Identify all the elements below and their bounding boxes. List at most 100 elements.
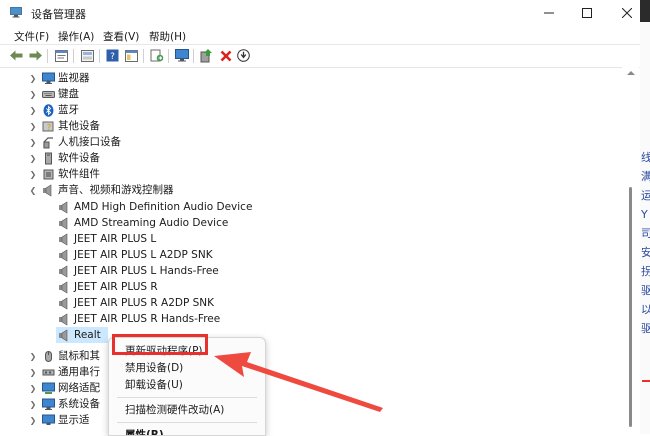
console-tree-button[interactable]	[124, 48, 139, 63]
tree-item-other-devices[interactable]: ❯ ? 其他设备	[0, 118, 600, 134]
chevron-right-icon[interactable]: ❯	[28, 86, 38, 102]
chevron-right-icon[interactable]: ❯	[28, 102, 38, 118]
tree-label: 声音、视频和游戏控制器	[58, 184, 174, 196]
update-driver-icon	[200, 48, 212, 62]
tree-item-sound-video-game-controllers[interactable]: ❮ 声音、视频和游戏控制器	[0, 182, 600, 198]
export-list-button[interactable]	[149, 48, 164, 63]
back-button[interactable]	[9, 48, 24, 63]
maximize-icon	[582, 8, 592, 18]
background-text-glyph: 以	[641, 303, 650, 316]
tree-label: 通用串行	[58, 366, 100, 378]
background-text-column: 线满运Y司安拐驱以驱	[641, 148, 650, 338]
properties-button[interactable]	[54, 48, 69, 63]
chevron-right-icon[interactable]: ❯	[28, 150, 38, 166]
unknown-device-icon: ?	[42, 121, 54, 132]
uninstall-button[interactable]	[218, 48, 233, 63]
chevron-right-icon[interactable]: ❯	[28, 364, 38, 380]
speaker-icon	[43, 183, 52, 197]
background-text-glyph: 拐	[641, 265, 650, 278]
bluetooth-icon	[43, 103, 54, 117]
tree-item-audio-device-selected[interactable]: Realt	[0, 327, 600, 343]
tree-item-audio-device[interactable]: AMD Streaming Audio Device	[0, 215, 600, 231]
tree-item-network-adapters[interactable]: ❯ 网络适配	[0, 380, 600, 396]
keyboard-icon	[42, 90, 55, 98]
chevron-right-icon[interactable]: ❯	[28, 166, 38, 182]
menu-item-properties[interactable]: 属性(R)	[125, 427, 164, 435]
chevron-right-icon[interactable]: ❯	[28, 118, 38, 134]
tree-label: 网络适配	[58, 382, 100, 394]
chevron-right-icon[interactable]: ❯	[28, 348, 38, 364]
tree-item-audio-device[interactable]: JEET AIR PLUS L A2DP SNK	[0, 247, 600, 263]
tree-label: 监视器	[58, 72, 90, 84]
device-manager-window: 设备管理器 文件(F) 操作(A) 查看(V) 帮助(H) ? ❯ 监视器 ❯ …	[0, 0, 640, 434]
help-button[interactable]: ?	[105, 48, 120, 63]
toolbar-separator	[143, 49, 144, 63]
tree-item-audio-device[interactable]: JEET AIR PLUS L Hands-Free	[0, 263, 600, 279]
tree-label: JEET AIR PLUS R A2DP SNK	[74, 297, 215, 309]
monitor-button[interactable]	[174, 48, 189, 63]
menu-item-disable-device[interactable]: 禁用设备(D)	[125, 360, 183, 375]
show-hide-console-tree-button[interactable]	[80, 48, 95, 63]
menu-bar: 文件(F) 操作(A) 查看(V) 帮助(H)	[0, 27, 640, 44]
close-button[interactable]	[604, 0, 640, 26]
toolbar-separator	[73, 49, 74, 63]
title-bar[interactable]: 设备管理器	[0, 0, 640, 26]
tree-item-software-devices[interactable]: ❯ 软件设备	[0, 150, 600, 166]
tree-item-hid[interactable]: ❯ 人机接口设备	[0, 134, 600, 150]
scrollbar-thumb[interactable]	[629, 187, 632, 427]
update-driver-button[interactable]	[199, 48, 214, 63]
close-icon	[622, 8, 632, 18]
tree-item-audio-device[interactable]: JEET AIR PLUS R A2DP SNK	[0, 295, 600, 311]
chevron-right-icon[interactable]: ❯	[28, 396, 38, 412]
speaker-icon	[59, 328, 68, 342]
scroll-up-icon[interactable]	[627, 70, 635, 76]
software-device-icon	[45, 152, 52, 164]
tree-item-audio-device[interactable]: JEET AIR PLUS L	[0, 231, 600, 247]
forward-icon	[29, 50, 42, 61]
monitor-icon	[42, 72, 55, 84]
menu-item-scan-hardware[interactable]: 扫描检测硬件改动(A)	[125, 402, 224, 417]
menu-separator	[117, 422, 257, 423]
tree-item-keyboards[interactable]: ❯ 键盘	[0, 86, 600, 102]
background-title-strip	[640, 0, 650, 22]
tree-label: Realt	[74, 329, 101, 341]
chevron-right-icon[interactable]: ❯	[28, 412, 38, 428]
tree-item-usb[interactable]: ❯ 通用串行	[0, 364, 600, 380]
menu-view[interactable]: 查看(V)	[103, 29, 139, 44]
tree-item-monitors[interactable]: ❯ 监视器	[0, 70, 600, 86]
chevron-right-icon[interactable]: ❯	[28, 134, 38, 150]
menu-file[interactable]: 文件(F)	[14, 29, 49, 44]
tree-item-bluetooth[interactable]: ❯ 蓝牙	[0, 102, 600, 118]
background-text-glyph: Y	[641, 208, 648, 221]
tree-item-audio-device[interactable]: JEET AIR PLUS R	[0, 279, 600, 295]
tree-item-display-adapters[interactable]: ❯ 显示适	[0, 412, 600, 428]
tree-item-software-components[interactable]: ❯ 软件组件	[0, 166, 600, 182]
tree-item-audio-device[interactable]: AMD High Definition Audio Device	[0, 199, 600, 215]
tree-item-system-devices[interactable]: ❯ 系统设备	[0, 396, 600, 412]
menu-item-uninstall-device[interactable]: 卸载设备(U)	[125, 377, 183, 392]
menu-help[interactable]: 帮助(H)	[149, 29, 186, 44]
tree-label: AMD Streaming Audio Device	[74, 217, 229, 229]
speaker-icon	[59, 200, 68, 214]
menu-action[interactable]: 操作(A)	[58, 29, 94, 44]
tree-label: JEET AIR PLUS R Hands-Free	[74, 313, 221, 325]
background-window-edge: 线满运Y司安拐驱以驱	[640, 0, 650, 434]
system-device-icon	[42, 398, 55, 410]
chevron-down-icon[interactable]: ❮	[28, 182, 38, 198]
tree-item-mice[interactable]: ❯ 鼠标和其	[0, 348, 600, 364]
help-icon: ?	[106, 49, 119, 62]
toolbar-separator	[47, 49, 48, 63]
window-title: 设备管理器	[31, 8, 86, 21]
scan-hardware-icon	[237, 49, 250, 62]
vertical-scrollbar[interactable]	[622, 67, 639, 434]
background-red-mark	[642, 380, 650, 382]
toolbar-separator	[99, 49, 100, 63]
forward-button[interactable]	[28, 48, 43, 63]
tree-label: 软件设备	[58, 152, 100, 164]
background-text-glyph: 满	[641, 170, 650, 183]
chevron-right-icon[interactable]: ❯	[28, 70, 38, 86]
tree-item-audio-device[interactable]: JEET AIR PLUS R Hands-Free	[0, 311, 600, 327]
scan-hardware-button[interactable]	[236, 48, 251, 63]
chevron-right-icon[interactable]: ❯	[28, 380, 38, 396]
device-tree[interactable]: ❯ 监视器 ❯ 键盘 ❯ 蓝牙 ❯ ? 其他设备 ❯ 人机接口设备 ❯ 软件设备…	[0, 67, 622, 434]
